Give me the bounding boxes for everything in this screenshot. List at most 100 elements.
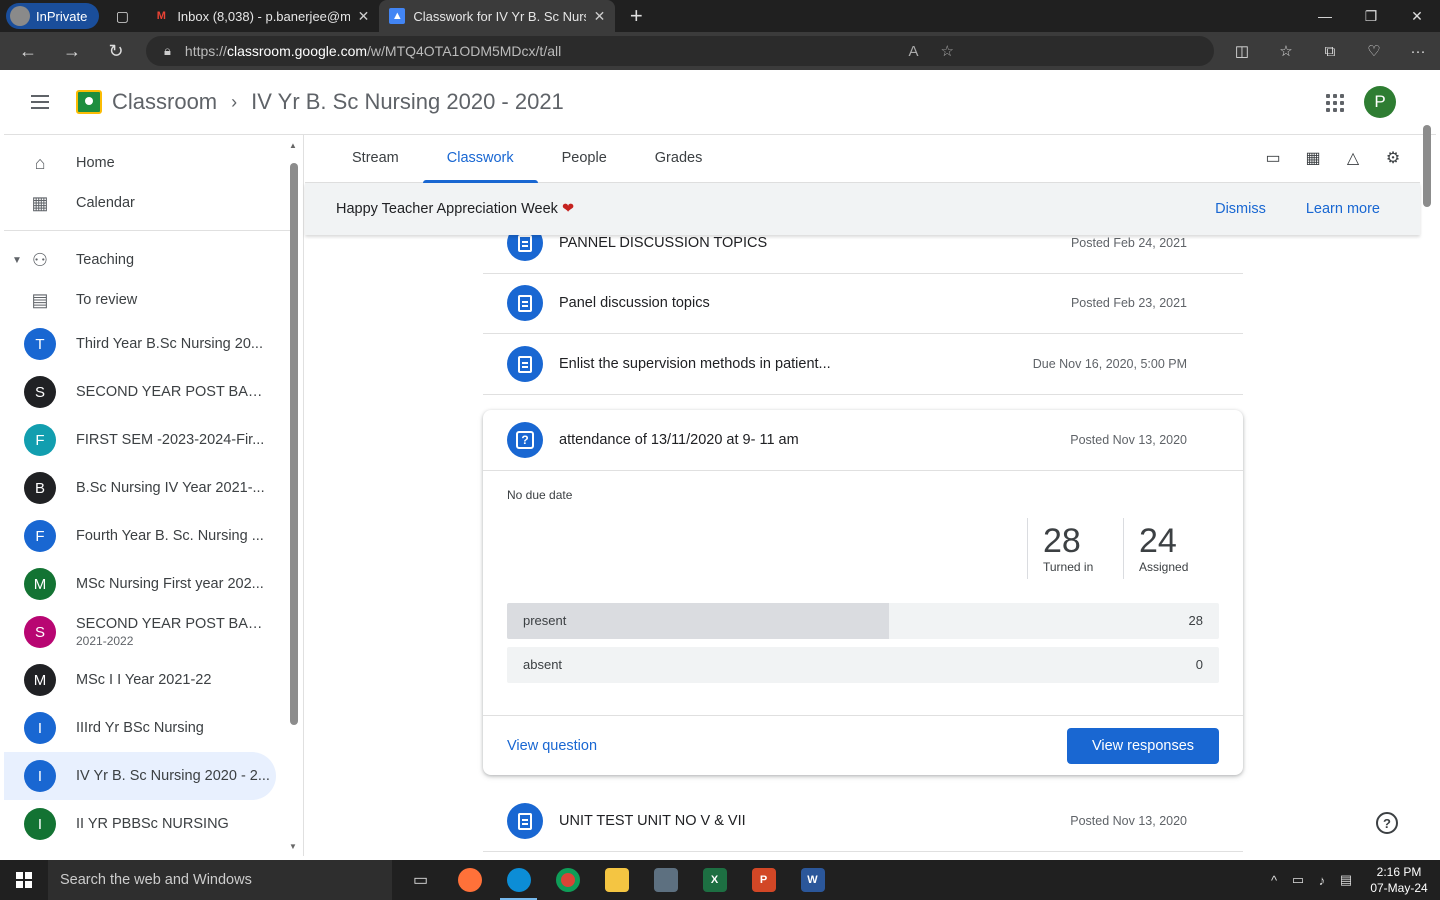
class-name: MSc I I Year 2021-22 [76,672,212,688]
sidebar-item-to-review[interactable]: ▤ To review [4,276,276,324]
google-apps-icon[interactable] [1326,94,1344,112]
sidebar-item-calendar[interactable]: ▦ Calendar [4,179,276,227]
taskbar-clock[interactable]: 2:16 PM 07-May-24 [1358,864,1440,896]
dismiss-button[interactable]: Dismiss [1215,201,1266,217]
help-icon[interactable]: ? [1376,812,1398,834]
start-button[interactable] [0,860,48,900]
sidebar-class-item[interactable]: M MSc I I Year 2021-22 [4,656,276,704]
question-icon: ? [507,422,543,458]
more-menu-icon[interactable]: ··· [1396,32,1440,70]
close-window-icon[interactable]: ✕ [1394,0,1440,32]
restore-icon[interactable]: ❐ [1348,0,1394,32]
inprivate-badge[interactable]: InPrivate [6,3,100,29]
sidebar-class-item[interactable]: T Third Year B.Sc Nursing 20... [4,320,276,368]
minimize-icon[interactable]: — [1302,0,1348,32]
word-icon[interactable]: W [788,860,837,900]
favorite-star-icon[interactable]: ☆ [941,42,954,60]
split-screen-icon[interactable]: ◫ [1220,32,1264,70]
forward-icon[interactable]: → [50,32,94,70]
learn-more-link[interactable]: Learn more [1306,201,1380,217]
tab-actions-icon[interactable]: ▢ [105,0,139,32]
view-responses-button[interactable]: View responses [1067,728,1219,764]
scrollbar-thumb[interactable] [1423,125,1431,207]
classroom-logo-icon[interactable] [76,90,102,114]
scrollbar-thumb[interactable] [290,163,298,725]
main-menu-icon[interactable] [4,101,76,103]
assignment-icon [507,235,543,261]
browser-tab-classroom[interactable]: ▲ Classwork for IV Yr B. Sc Nursing ✕ [379,0,616,32]
scroll-up-icon[interactable]: ▲ [289,141,297,150]
sidebar-class-item-active[interactable]: I IV Yr B. Sc Nursing 2020 - 2... [4,752,276,800]
tab-classwork[interactable]: Classwork [422,134,538,183]
read-aloud-icon[interactable]: A [909,43,919,60]
settings-gear-icon[interactable]: ⚙ [1382,147,1404,169]
powerpoint-icon[interactable]: P [739,860,788,900]
caret-down-icon[interactable]: ▼ [12,255,22,266]
class-avatar: I [24,808,56,840]
sidebar-class-item[interactable]: F FIRST SEM -2023-2024-Fir... [4,416,276,464]
sidebar-class-item[interactable]: S SECOND YEAR POST BASI... 2021-2022 [4,608,276,656]
input-indicator-icon[interactable]: ▤ [1334,872,1358,888]
tab-grades[interactable]: Grades [631,134,727,182]
classwork-item[interactable]: UNIT TEST UNIT NO V & VII Posted Nov 13,… [483,791,1243,852]
firefox-icon[interactable] [445,860,494,900]
sidebar-class-item[interactable]: B B.Sc Nursing IV Year 2021-... [4,464,276,512]
back-icon[interactable]: ← [6,32,50,70]
drive-folder-icon[interactable]: △ [1342,147,1364,169]
tab-people[interactable]: People [538,134,631,182]
option-count: 28 [1188,613,1203,628]
course-title: IV Yr B. Sc Nursing 2020 - 2021 [251,89,564,114]
new-tab-icon[interactable]: + [621,1,651,31]
app-shortcut-icon[interactable] [641,860,690,900]
sidebar-class-item[interactable]: S SECOND YEAR POST BASI... [4,368,276,416]
account-avatar[interactable]: P [1364,86,1396,118]
favorites-icon[interactable]: ☆ [1264,32,1308,70]
class-name: SECOND YEAR POST BASI... [76,384,271,400]
url-host: classroom.google.com [226,43,368,59]
scroll-down-icon[interactable]: ▼ [289,842,297,851]
excel-icon[interactable]: X [690,860,739,900]
assignment-icon [507,285,543,321]
url-bar[interactable]: 🔒︎ https://classroom.google.com/w/MTQ4OT… [146,36,1214,66]
google-calendar-icon[interactable]: ▦ [1302,147,1324,169]
question-title: attendance of 13/11/2020 at 9- 11 am [559,432,799,448]
appreciation-banner: Happy Teacher Appreciation Week ❤ Dismis… [305,183,1420,235]
turned-in-stat[interactable]: 28 Turned in [1027,518,1123,579]
sidebar-item-label: Home [76,155,115,171]
network-icon[interactable]: ▭ [1286,872,1310,888]
main-scrollbar[interactable] [1422,125,1432,856]
classwork-item[interactable]: PANNEL DISCUSSION TOPICS Posted Feb 24, … [483,235,1243,274]
home-icon: ⌂ [34,152,46,173]
refresh-icon[interactable]: ↻ [94,32,138,70]
volume-icon[interactable]: ♪ [1310,873,1334,888]
assigned-stat[interactable]: 24 Assigned [1123,518,1219,579]
sidebar-class-item[interactable]: I II YR PBBSc NURSING [4,800,276,848]
sidebar-class-item[interactable]: I IIIrd Yr BSc Nursing [4,704,276,752]
classwork-item[interactable]: Panel discussion topics Posted Feb 23, 2… [483,273,1243,334]
sidebar-class-item[interactable]: F Fourth Year B. Sc. Nursing ... [4,512,276,560]
taskbar-search-box[interactable]: Search the web and Windows [48,860,392,900]
collections-icon[interactable]: ⧉ [1308,32,1352,70]
tab-stream[interactable]: Stream [328,134,423,182]
class-name: Third Year B.Sc Nursing 20... [76,336,263,352]
sidebar-scrollbar[interactable]: ▲ ▼ [289,141,299,851]
chrome-icon[interactable] [543,860,592,900]
sidebar-item-label: Teaching [76,252,135,268]
edge-icon[interactable] [494,860,543,900]
close-tab-icon[interactable]: ✕ [358,8,370,25]
browser-tab-gmail[interactable]: M Inbox (8,038) - p.banerjee@mgm ✕ [143,0,379,32]
option-label: present [523,613,567,628]
meet-video-icon[interactable]: ▭ [1262,147,1284,169]
question-card: ? attendance of 13/11/2020 at 9- 11 am P… [483,410,1243,775]
class-name: B.Sc Nursing IV Year 2021-... [76,480,265,496]
chevron-up-icon[interactable]: ^ [1262,873,1286,888]
view-question-link[interactable]: View question [507,738,597,754]
close-tab-icon[interactable]: ✕ [594,8,606,25]
brand-name[interactable]: Classroom [112,89,217,115]
task-view-icon[interactable]: ▭ [396,860,445,900]
file-explorer-icon[interactable] [592,860,641,900]
sidebar-class-item[interactable]: M MSc Nursing First year 202... [4,560,276,608]
question-header[interactable]: ? attendance of 13/11/2020 at 9- 11 am P… [483,410,1243,471]
classwork-item[interactable]: Enlist the supervision methods in patien… [483,334,1243,395]
browser-essentials-icon[interactable]: ♡ [1352,32,1396,70]
